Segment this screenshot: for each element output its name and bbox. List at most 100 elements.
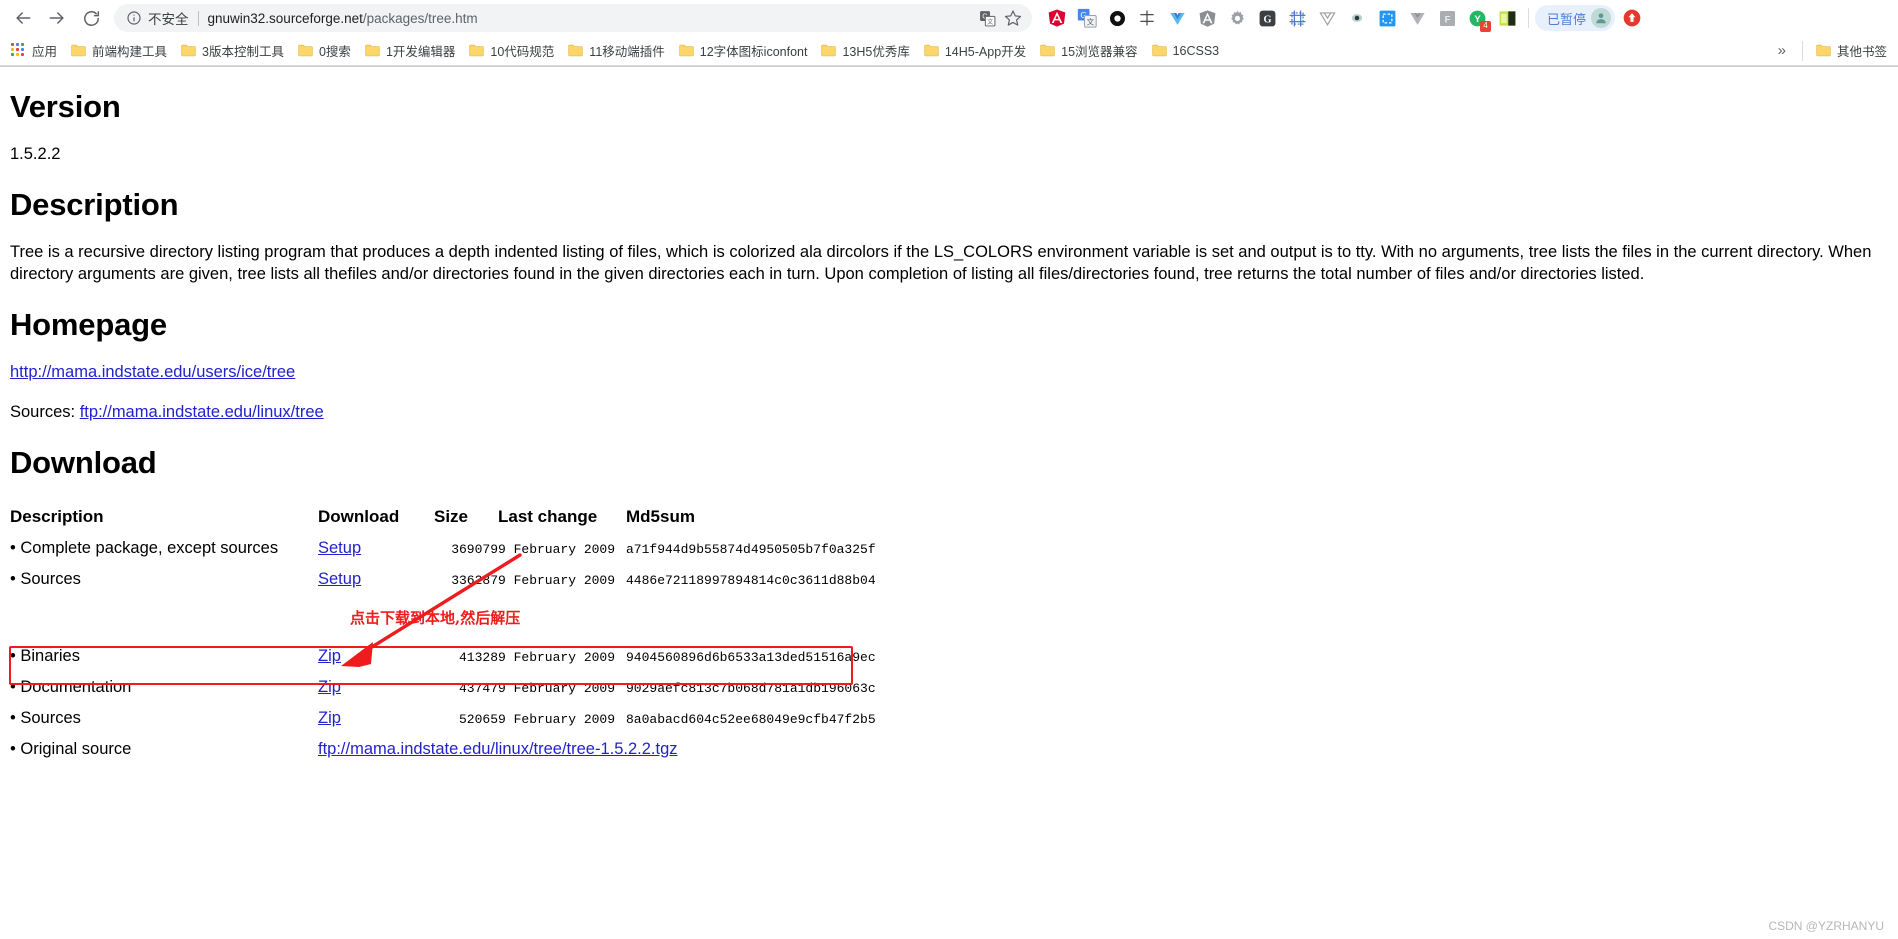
vue-devtools-extension-icon[interactable] [1162, 3, 1192, 33]
browser-toolbar: 不安全 gnuwin32.sourceforge.net/packages/tr… [0, 0, 1898, 36]
original-source-link[interactable]: ftp://mama.indstate.edu/linux/tree/tree-… [318, 740, 678, 758]
row-size: 52065 [458, 712, 498, 727]
bookmark-folder-6[interactable]: 12字体图标iconfont [672, 39, 815, 63]
vue-outline-extension-icon[interactable] [1312, 3, 1342, 33]
column-header-download: Download [318, 507, 400, 526]
gear-extension-icon[interactable] [1222, 3, 1252, 33]
bookmark-folder-7[interactable]: 13H5优秀库 [814, 39, 916, 63]
download-link[interactable]: Setup [318, 570, 361, 588]
green-window-extension-icon[interactable] [1492, 3, 1522, 33]
bookmark-folder-10[interactable]: 16CSS3 [1145, 39, 1227, 63]
bookmark-other-bookmarks[interactable]: 其他书签 [1809, 39, 1894, 63]
folder-icon [924, 44, 939, 57]
download-link[interactable]: Zip [318, 647, 341, 665]
folder-icon [1040, 44, 1055, 57]
apps-grid-icon [11, 43, 26, 58]
star-icon[interactable] [1000, 5, 1026, 31]
chrome-menu-button[interactable] [1617, 3, 1647, 33]
download-link[interactable]: Zip [318, 709, 341, 727]
download-link[interactable]: Setup [318, 539, 361, 557]
row-size: 43747 [458, 681, 498, 696]
row-download-cell: Zip [318, 703, 434, 734]
bookmark-folder-9[interactable]: 15浏览器兼容 [1033, 39, 1144, 63]
translate-icon[interactable]: G 文 [974, 5, 1000, 31]
row-last-change: 9 February 2009 [498, 650, 616, 665]
column-header-last-change: Last change [498, 507, 598, 526]
homepage-heading: Homepage [10, 307, 167, 342]
bookmark-folder-label: 11移动端插件 [589, 45, 665, 59]
folder-icon [365, 44, 380, 57]
vuejs-grey-extension-icon[interactable] [1402, 3, 1432, 33]
crop-frame-extension-icon[interactable] [1282, 3, 1312, 33]
omnibox-actions: G 文 [974, 5, 1026, 31]
avatar [1591, 8, 1612, 28]
row-download-cell: Zip [318, 672, 434, 703]
row-download-cell: Setup [318, 533, 434, 564]
table-row: • Original source ftp://mama.indstate.ed… [10, 734, 876, 765]
table-header-row: Description Download Size Last change Md… [10, 507, 876, 533]
angular-extension-icon[interactable] [1042, 3, 1072, 33]
annotation-note-text: 点击下载到本地,然后解压 [350, 609, 521, 627]
version-value: 1.5.2.2 [10, 145, 61, 163]
google-translate-extension-icon[interactable]: G文 [1072, 3, 1102, 33]
back-button[interactable] [6, 3, 40, 33]
download-table-wrapper: Description Download Size Last change Md… [9, 507, 1888, 765]
bookmark-folder-3[interactable]: 1开发编辑器 [358, 39, 462, 63]
arrow-left-icon [16, 12, 31, 24]
homepage-link[interactable]: http://mama.indstate.edu/users/ice/tree [10, 363, 295, 381]
bookmark-folder-4[interactable]: 10代码规范 [462, 39, 561, 63]
extension-toolbar: G文 G F Y 4 [1042, 3, 1522, 33]
column-header-md5sum: Md5sum [626, 507, 695, 526]
bookmark-folder-8[interactable]: 14H5-App开发 [917, 39, 1033, 63]
reload-icon [83, 10, 99, 26]
bookmark-apps[interactable]: 应用 [4, 39, 64, 63]
download-heading: Download [10, 445, 157, 480]
bookmark-folder-label: 3版本控制工具 [202, 45, 284, 59]
g-letter-extension-icon[interactable]: G [1252, 3, 1282, 33]
row-description: • Binaries [10, 647, 80, 665]
bookmark-folder-2[interactable]: 0搜索 [291, 39, 358, 63]
chevron-double-right-icon[interactable]: » [1768, 42, 1796, 59]
column-header-size: Size [434, 507, 469, 526]
bookmark-folder-label: 13H5优秀库 [842, 45, 910, 59]
black-ring-extension-icon[interactable] [1102, 3, 1132, 33]
user-avatar-icon [1596, 13, 1606, 24]
folder-icon [469, 44, 485, 57]
column-header-description: Description [10, 507, 104, 526]
angular-grey-extension-icon[interactable] [1192, 3, 1222, 33]
row-md5sum: 4486e72118997894814c0c3611d88b04 [626, 573, 876, 588]
sources-link[interactable]: ftp://mama.indstate.edu/linux/tree [80, 403, 324, 421]
row-size: 336287 [451, 573, 498, 588]
row-download-cell: Zip [318, 641, 434, 672]
f-letter-extension-icon[interactable]: F [1432, 3, 1462, 33]
url-path: /packages/tree.htm [362, 10, 478, 26]
row-md5sum: a71f944d9b55874d4950505b7f0a325f [626, 542, 876, 557]
arrow-right-icon [49, 12, 64, 24]
sources-paragraph: Sources: ftp://mama.indstate.edu/linux/t… [10, 401, 1888, 423]
reload-button[interactable] [74, 3, 108, 33]
crosshair-extension-icon[interactable] [1132, 3, 1162, 33]
bookmarks-divider [1801, 40, 1803, 61]
folder-icon [679, 44, 694, 57]
folder-icon [568, 44, 583, 57]
homepage-link-paragraph: http://mama.indstate.edu/users/ice/tree [10, 361, 1888, 383]
url-host: gnuwin32.sourceforge.net [207, 10, 363, 26]
eye-extension-icon[interactable] [1342, 3, 1372, 33]
download-table: Description Download Size Last change Md… [10, 507, 876, 765]
row-size: 41328 [458, 650, 498, 665]
profile-paused-chip[interactable]: 已暂停 [1535, 5, 1616, 31]
bookmark-folder-label: 12字体图标iconfont [699, 45, 808, 59]
youdao-extension-icon[interactable]: Y 4 [1462, 3, 1492, 33]
folder-icon [181, 44, 196, 57]
download-link[interactable]: Zip [318, 678, 341, 696]
bookmark-folder-5[interactable]: 11移动端插件 [561, 39, 671, 63]
bookmark-folder-1[interactable]: 3版本控制工具 [174, 39, 291, 63]
row-description: • Complete package, except sources [10, 539, 279, 557]
forward-button[interactable] [40, 3, 74, 33]
row-md5sum: 9029aefc813c7b068d781a1db196063c [626, 681, 876, 696]
screenshot-extension-icon[interactable] [1372, 3, 1402, 33]
bookmark-folder-0[interactable]: 前端构建工具 [64, 39, 174, 63]
row-description: • Documentation [10, 678, 132, 696]
address-bar[interactable]: 不安全 gnuwin32.sourceforge.net/packages/tr… [114, 4, 1032, 32]
version-heading: Version [10, 89, 121, 124]
